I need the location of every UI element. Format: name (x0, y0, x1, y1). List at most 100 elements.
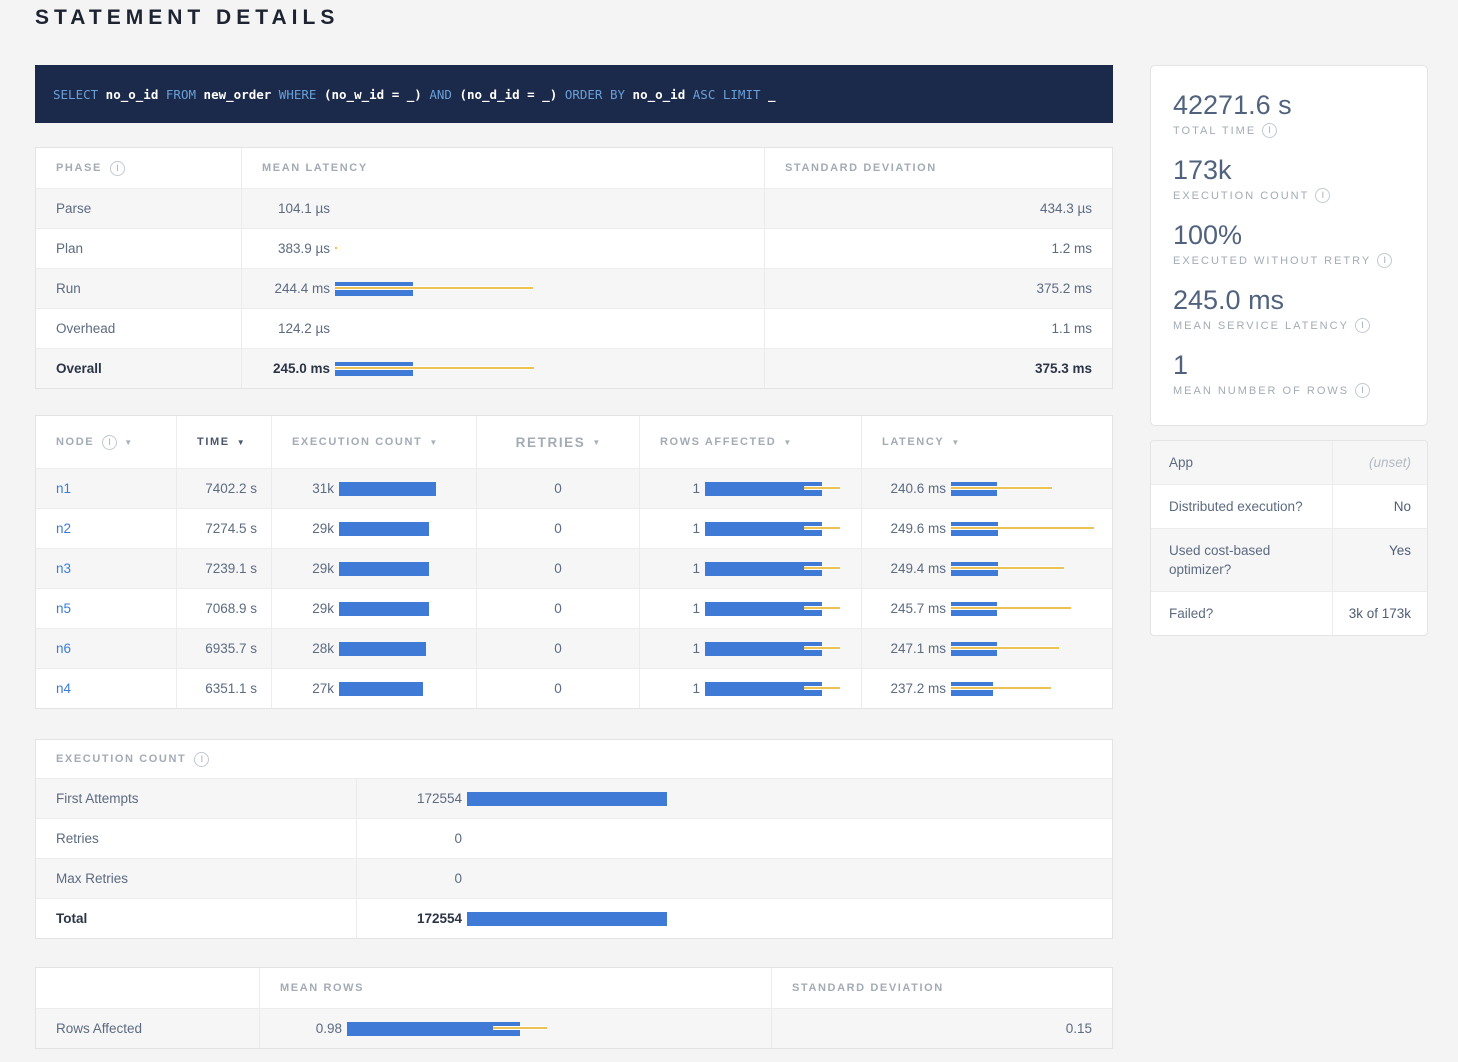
latency-value: 245.7 ms (862, 601, 946, 616)
detail-label: App (1151, 441, 1332, 484)
node-link[interactable]: n2 (56, 521, 71, 536)
sort-arrow-icon[interactable]: ▼ (783, 438, 791, 447)
rows-affected-value: 1 (640, 481, 700, 496)
execution-row-value: 0 (357, 831, 462, 846)
summary-stats-card: 42271.6 s TOTAL TIMEi 173k EXECUTION COU… (1150, 65, 1428, 426)
page-title: STATEMENT DETAILS (35, 6, 339, 30)
latency-bar (335, 282, 764, 296)
phase-label: Overhead (36, 309, 241, 348)
info-icon[interactable]: i (102, 435, 117, 450)
info-icon[interactable]: i (1355, 318, 1370, 333)
info-icon[interactable]: i (1262, 123, 1277, 138)
execution-count-column-header[interactable]: EXECUTION COUNT ▼ (271, 416, 476, 468)
node-column-header[interactable]: NODE i ▼ (36, 416, 176, 468)
rows-affected-value: 1 (640, 601, 700, 616)
mean-latency-value: 383.9 µs (242, 241, 330, 256)
stat-value: 245.0 ms (1173, 285, 1405, 315)
info-icon[interactable]: i (1315, 188, 1330, 203)
mean-latency-column-header: MEAN LATENCY (241, 148, 764, 188)
execution-count-value: 27k (272, 681, 334, 696)
time-column-header[interactable]: TIME ▼ (176, 416, 271, 468)
std-dev-value: 1.2 ms (764, 229, 1112, 268)
stat-value: 1 (1173, 350, 1405, 380)
stat-mean-service-latency: 245.0 ms MEAN SERVICE LATENCY i (1173, 285, 1405, 333)
node-link[interactable]: n5 (56, 601, 71, 616)
execution-count-table: EXECUTION COUNT i First Attempts 172554 … (35, 739, 1113, 939)
stat-label: MEAN SERVICE LATENCY (1173, 320, 1349, 332)
info-icon[interactable]: i (1355, 383, 1370, 398)
detail-value: No (1332, 485, 1427, 528)
stat-value: 100% (1173, 220, 1405, 250)
execution-count-bar (467, 832, 1092, 846)
table-row: Retries 0 (36, 818, 1112, 858)
rows-affected-bar (705, 522, 847, 536)
rows-affected-row-label: Rows Affected (36, 1009, 259, 1048)
rows-affected-value: 1 (640, 641, 700, 656)
time-header-label: TIME (197, 436, 230, 448)
execution-count-header-label: EXECUTION COUNT (292, 436, 422, 448)
latency-bar (335, 202, 764, 216)
table-row: App (unset) (1151, 441, 1427, 484)
latency-column-header[interactable]: LATENCY ▼ (861, 416, 1112, 468)
std-dev-value: 0.15 (771, 1009, 1112, 1048)
time-value: 6935.7 s (176, 629, 271, 668)
sort-arrow-icon[interactable]: ▼ (951, 438, 959, 447)
rows-affected-value: 1 (640, 681, 700, 696)
table-row: Plan 383.9 µs 1.2 ms (36, 228, 1112, 268)
rows-affected-header-label: ROWS AFFECTED (660, 436, 776, 448)
latency-value: 247.1 ms (862, 641, 946, 656)
phase-table-header: PHASE i MEAN LATENCY STANDARD DEVIATION (36, 148, 1112, 188)
execution-count-bar (339, 602, 462, 616)
rows-affected-bar (705, 642, 847, 656)
table-row: Failed? 3k of 173k (1151, 591, 1427, 635)
latency-bar (335, 322, 764, 336)
mean-latency-value: 245.0 ms (242, 361, 330, 376)
sort-arrow-icon[interactable]: ▼ (237, 438, 245, 447)
detail-label: Failed? (1151, 592, 1332, 635)
retries-header-label: RETRIES (516, 435, 586, 450)
sort-arrow-icon[interactable]: ▼ (429, 438, 437, 447)
latency-header-label: LATENCY (882, 436, 944, 448)
latency-value: 237.2 ms (862, 681, 946, 696)
stat-total-time: 42271.6 s TOTAL TIMEi (1173, 90, 1405, 138)
node-link[interactable]: n1 (56, 481, 71, 496)
node-table: NODE i ▼ TIME ▼ EXECUTION COUNT ▼ RETRIE… (35, 415, 1113, 709)
retries-column-header[interactable]: RETRIES ▼ (476, 416, 639, 468)
node-link[interactable]: n3 (56, 561, 71, 576)
node-link[interactable]: n4 (56, 681, 71, 696)
rows-affected-table-header: MEAN ROWS STANDARD DEVIATION (36, 968, 1112, 1008)
execution-count-section-label: EXECUTION COUNT (56, 753, 186, 765)
node-table-header: NODE i ▼ TIME ▼ EXECUTION COUNT ▼ RETRIE… (36, 416, 1112, 468)
execution-count-bar (467, 792, 1092, 806)
table-row: n5 7068.9 s 29k 0 1 245.7 ms (36, 588, 1112, 628)
latency-bar (951, 562, 1098, 576)
info-icon[interactable]: i (110, 161, 125, 176)
mean-rows-header-label: MEAN ROWS (280, 982, 364, 994)
info-icon[interactable]: i (1377, 253, 1392, 268)
sort-arrow-icon[interactable]: ▼ (592, 438, 600, 447)
table-row: n2 7274.5 s 29k 0 1 249.6 ms (36, 508, 1112, 548)
latency-bar (951, 642, 1098, 656)
execution-count-bar (339, 642, 462, 656)
statement-details-card: App (unset) Distributed execution? No Us… (1150, 440, 1428, 636)
node-header-label: NODE (56, 436, 94, 448)
table-row: Max Retries 0 (36, 858, 1112, 898)
latency-bar (951, 602, 1098, 616)
statement-details-page: STATEMENT DETAILS SELECT no_o_id FROM ne… (0, 0, 1458, 1062)
execution-count-value: 29k (272, 601, 334, 616)
rows-affected-column-header[interactable]: ROWS AFFECTED ▼ (639, 416, 861, 468)
latency-bar (951, 522, 1098, 536)
sort-arrow-icon[interactable]: ▼ (124, 438, 132, 447)
table-row: n6 6935.7 s 28k 0 1 247.1 ms (36, 628, 1112, 668)
time-value: 7402.2 s (176, 469, 271, 508)
phase-header-label: PHASE (56, 162, 102, 174)
execution-count-bar (339, 562, 462, 576)
execution-count-value: 31k (272, 481, 334, 496)
node-link[interactable]: n6 (56, 641, 71, 656)
time-value: 6351.1 s (176, 669, 271, 708)
main-content: SELECT no_o_id FROM new_order WHERE (no_… (35, 65, 1113, 1049)
stat-label: TOTAL TIME (1173, 125, 1256, 137)
execution-row-label: First Attempts (36, 779, 356, 818)
mean-rows-column-header: MEAN ROWS (259, 968, 771, 1008)
info-icon[interactable]: i (194, 752, 209, 767)
